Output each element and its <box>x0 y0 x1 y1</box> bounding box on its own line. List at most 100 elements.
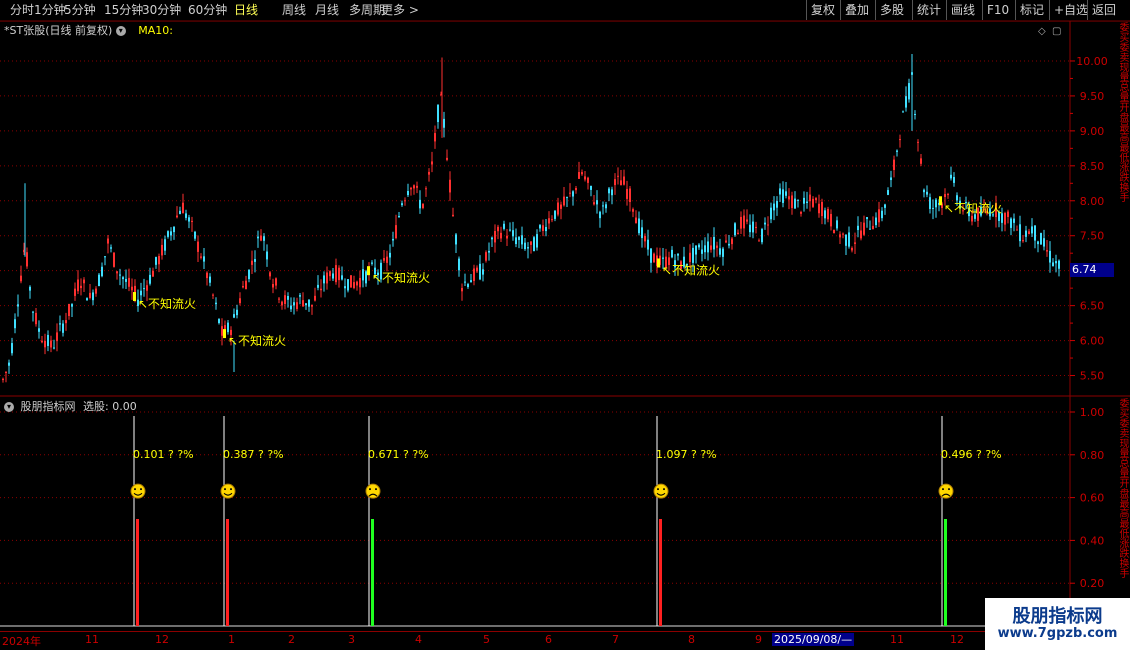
candle-body <box>653 253 655 263</box>
toolbar-button-7[interactable]: +自选 <box>1049 0 1088 20</box>
signal-value: 0.671 ? ?% <box>368 448 429 461</box>
settings-circle-icon[interactable]: ▾ <box>115 26 126 36</box>
candle-body <box>1004 212 1006 225</box>
candle-body <box>269 272 271 277</box>
candle-body <box>242 286 244 288</box>
candle-body <box>86 298 88 301</box>
candle-body <box>365 271 367 284</box>
smiley-eye <box>375 488 377 491</box>
price-tick-label: 10.00 <box>1076 55 1108 68</box>
candle-body <box>569 192 571 194</box>
period-tab-6[interactable]: 日线 <box>234 2 258 18</box>
toolbar-button-4[interactable]: 画线 <box>946 0 982 20</box>
toolbar-button-1[interactable]: 叠加 <box>840 0 875 20</box>
candle-body <box>263 236 265 241</box>
candle-body <box>128 277 130 287</box>
candle-body <box>728 243 730 246</box>
candle-body <box>257 236 259 239</box>
smiley-happy-icon <box>220 483 236 499</box>
right-info-strip: 委买委卖现量总量开盘最高最低涨跌换手 <box>1118 22 1128 202</box>
diamond-icon: ◇ <box>1038 26 1046 37</box>
candle-body <box>950 174 952 179</box>
expand-icon: ▢ <box>1052 26 1061 37</box>
candle-body <box>110 247 112 249</box>
smiley-happy-icon <box>130 483 146 499</box>
candle-body <box>1022 240 1024 242</box>
candle-body <box>449 179 451 193</box>
toolbar-button-0[interactable]: 复权 <box>806 0 840 20</box>
toolbar-button-3[interactable]: 统计 <box>912 0 946 20</box>
candle-body <box>1025 230 1027 237</box>
candle-body <box>563 196 565 206</box>
candle-body <box>830 213 832 227</box>
candle-body <box>167 231 169 237</box>
period-tab-5[interactable]: 60分钟 <box>188 2 227 18</box>
period-tab-1[interactable]: 1分钟 <box>34 2 66 18</box>
candle-body <box>332 273 334 279</box>
time-axis-label: 2 <box>288 633 295 646</box>
candle-body <box>11 343 13 354</box>
period-tab-3[interactable]: 15分钟 <box>104 2 143 18</box>
candle-body <box>1040 233 1042 245</box>
time-axis-label: 12 <box>155 633 169 646</box>
candle-body <box>542 225 544 232</box>
candle-body <box>596 200 598 205</box>
period-tab-7[interactable]: 周线 <box>282 2 306 18</box>
candle-body <box>530 241 532 245</box>
smiley-eye <box>140 488 142 491</box>
candle-body <box>875 217 877 226</box>
candle-body <box>512 230 514 237</box>
smiley-eye <box>948 488 950 491</box>
smiley-eye <box>224 488 226 491</box>
candle-body <box>308 299 310 307</box>
candle-body <box>761 229 763 243</box>
candle-body <box>809 194 811 202</box>
candle-body <box>755 226 757 229</box>
candle-body <box>293 302 295 306</box>
period-tab-10[interactable]: 更多 > <box>381 2 419 18</box>
signal-3: 1.097 ? ?% <box>653 416 717 626</box>
indicator-tick-label: 1.00 <box>1080 406 1105 419</box>
period-tab-0[interactable]: 分时 <box>10 2 34 18</box>
candle-body <box>887 190 889 195</box>
toolbar-button-8[interactable]: 返回 <box>1087 0 1130 20</box>
candle-body <box>737 232 739 234</box>
candle-body <box>839 234 841 238</box>
candle-body <box>437 105 439 123</box>
candle-body <box>554 210 556 219</box>
candle-body <box>317 284 319 288</box>
candle-body <box>692 247 694 263</box>
smiley-happy-icon <box>653 483 669 499</box>
candle-body <box>20 275 22 282</box>
period-tab-2[interactable]: 5分钟 <box>64 2 96 18</box>
candle-body <box>44 340 46 348</box>
candle-body <box>953 177 955 183</box>
annotation-marker <box>367 266 370 276</box>
toolbar-button-2[interactable]: 多股 <box>875 0 912 20</box>
candle-body <box>827 208 829 220</box>
indicator-settings-icon[interactable]: ▾ <box>4 402 14 412</box>
candle-body <box>617 175 619 177</box>
candle-body <box>287 296 289 300</box>
candle-body <box>833 229 835 234</box>
toolbar-button-6[interactable]: 标记 <box>1015 0 1049 20</box>
period-tab-8[interactable]: 月线 <box>315 2 339 18</box>
candle-body <box>305 303 307 306</box>
candle-body <box>164 239 166 251</box>
signal-0: 0.101 ? ?% <box>130 416 194 626</box>
candle-body <box>2 378 4 381</box>
candle-body <box>866 217 868 220</box>
candle-body <box>221 326 223 336</box>
candle-body <box>476 267 478 272</box>
period-tab-4[interactable]: 30分钟 <box>142 2 181 18</box>
candle-body <box>452 214 454 216</box>
period-tab-9[interactable]: 多周期 <box>349 2 385 18</box>
candle-body <box>890 177 892 181</box>
toolbar-button-5[interactable]: F10 <box>982 0 1015 20</box>
candle-body <box>710 245 712 250</box>
candle-body <box>425 188 427 190</box>
chart-canvas[interactable]: 10.009.509.008.508.007.507.006.506.005.5… <box>0 0 1130 650</box>
candle-body <box>632 209 634 212</box>
candle-body <box>98 274 100 287</box>
period-toolbar: 分时 1分钟 5分钟 15分钟 30分钟 60分钟 日线 周线 月线 多周期 更多 > 复权 叠加 多股统… <box>0 0 1130 21</box>
